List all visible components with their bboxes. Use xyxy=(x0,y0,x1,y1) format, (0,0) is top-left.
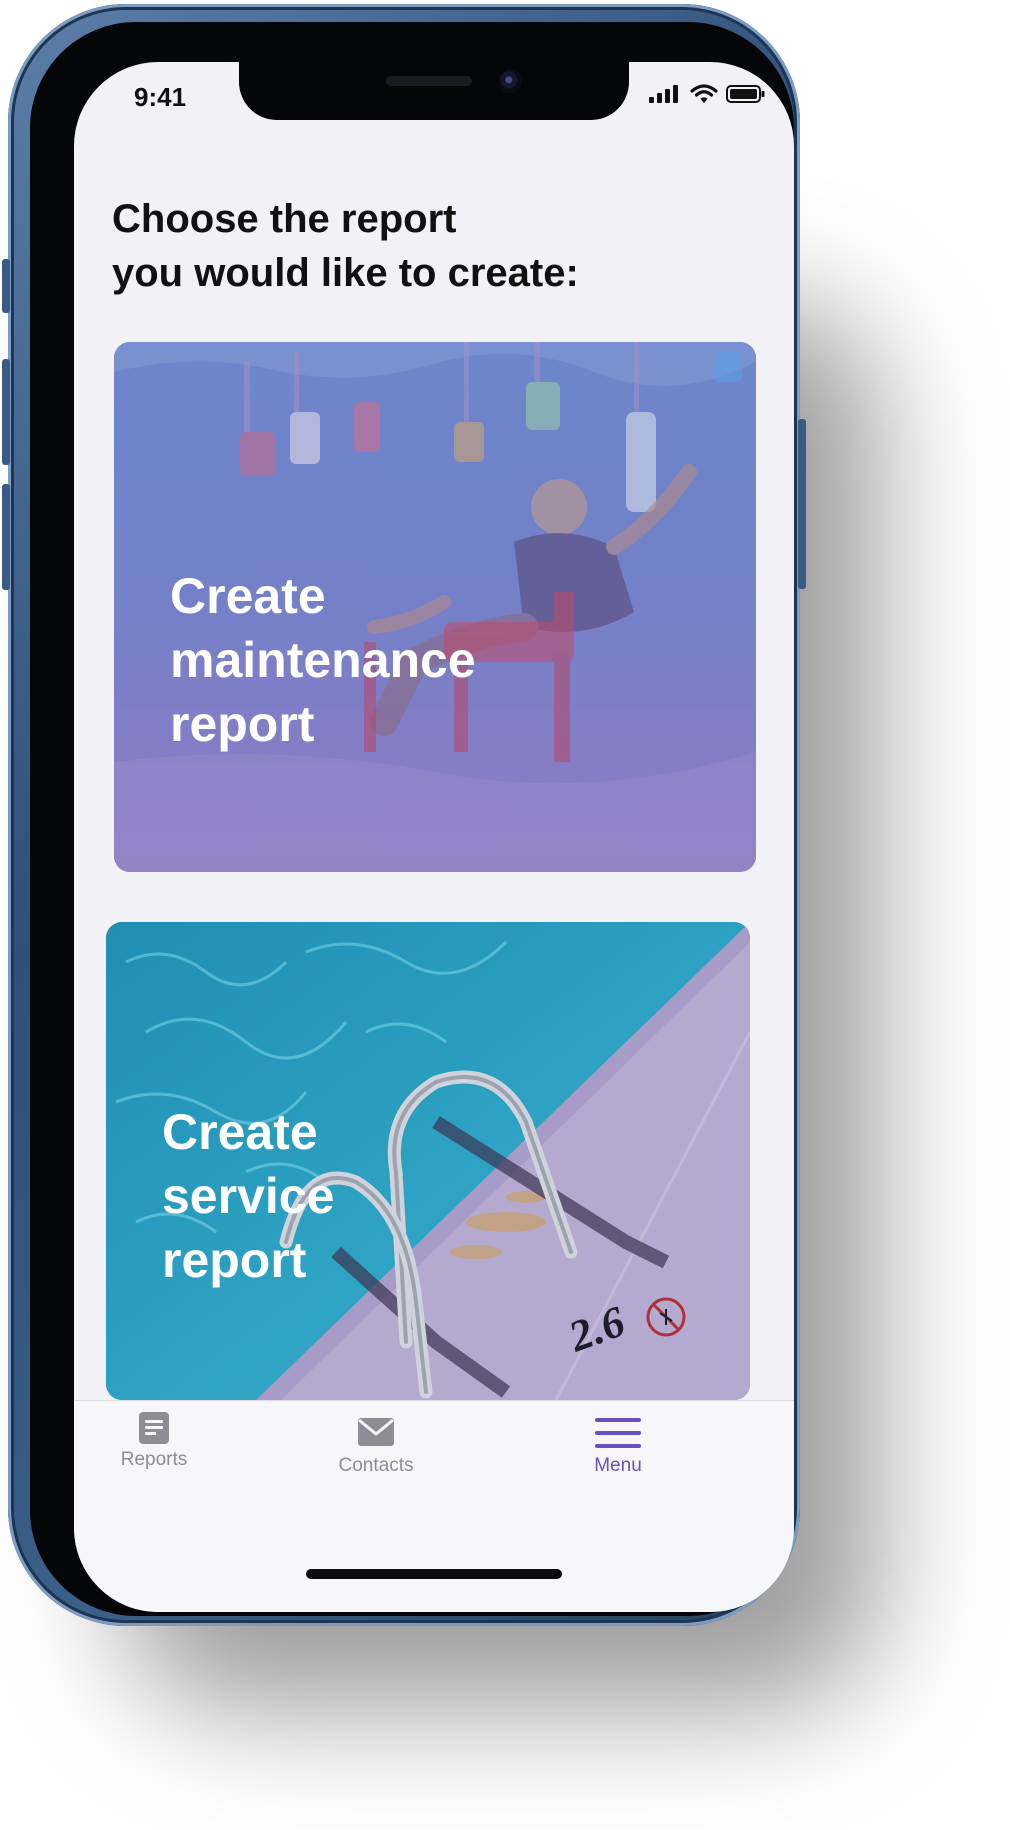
speaker-grille xyxy=(386,76,472,86)
silent-switch xyxy=(2,259,10,313)
tab-reports-label: Reports xyxy=(120,1449,188,1470)
tab-menu-label: Menu xyxy=(594,1455,642,1476)
maintenance-label-line-1: Create xyxy=(170,568,326,624)
hamburger-menu-icon xyxy=(595,1418,641,1448)
page-title-line-1: Choose the report xyxy=(112,197,457,241)
create-service-report-card[interactable]: 2.6 Create service report xyxy=(106,922,750,1400)
cellular-signal-icon xyxy=(649,85,678,103)
page-title: Choose the report you would like to crea… xyxy=(112,192,712,300)
power-button xyxy=(798,419,806,589)
service-label-line-3: report xyxy=(162,1232,307,1288)
tab-menu[interactable]: Menu xyxy=(538,1417,698,1477)
service-card-label: Create service report xyxy=(162,1100,334,1292)
status-time: 9:41 xyxy=(134,82,187,112)
create-maintenance-report-card[interactable]: Create maintenance report xyxy=(114,342,756,872)
home-indicator[interactable] xyxy=(306,1569,562,1579)
battery-icon xyxy=(726,85,765,103)
maintenance-label-line-2: maintenance xyxy=(170,632,476,688)
tab-contacts-label: Contacts xyxy=(338,1455,414,1476)
tab-bar: Reports Contacts Menu xyxy=(74,1400,794,1612)
service-label-line-1: Create xyxy=(162,1104,318,1160)
maintenance-card-label: Create maintenance report xyxy=(170,564,476,756)
envelope-icon xyxy=(358,1418,394,1446)
wifi-icon xyxy=(690,84,718,103)
document-icon xyxy=(139,1412,169,1444)
front-camera xyxy=(498,69,522,93)
tab-contacts[interactable]: Contacts xyxy=(296,1417,456,1477)
page-title-line-2: you would like to create: xyxy=(112,251,579,295)
volume-up-button xyxy=(2,359,10,465)
app-screen: 9:41 Choose the report you would like to… xyxy=(74,62,794,1612)
status-icons xyxy=(648,84,766,104)
maintenance-label-line-3: report xyxy=(170,696,315,752)
notch xyxy=(239,62,629,120)
volume-down-button xyxy=(2,484,10,590)
device-mockup: 9:41 Choose the report you would like to… xyxy=(0,0,1010,1830)
phone-bezel: 9:41 Choose the report you would like to… xyxy=(30,22,794,1616)
tab-reports[interactable]: Reports xyxy=(74,1411,234,1471)
service-label-line-2: service xyxy=(162,1168,335,1224)
phone-frame: 9:41 Choose the report you would like to… xyxy=(2,4,806,1626)
